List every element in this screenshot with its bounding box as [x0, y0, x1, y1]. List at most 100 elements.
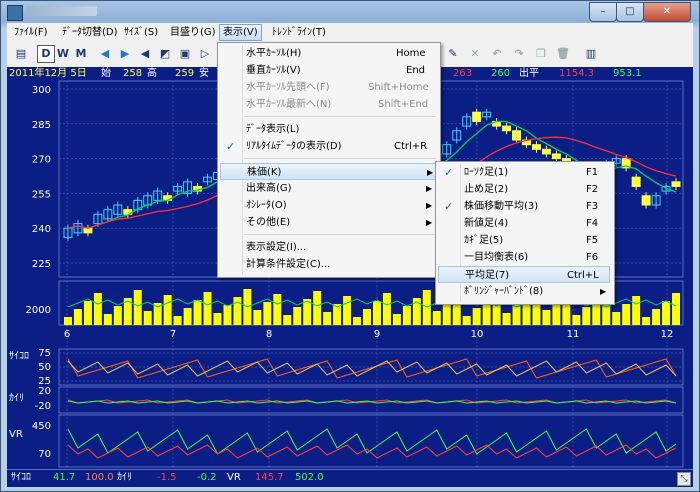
- resize-grip-icon[interactable]: ⤡: [677, 472, 691, 486]
- info-date: 2011年12月 5日: [9, 68, 87, 79]
- scroll-end-icon[interactable]: ▷: [197, 46, 213, 62]
- price-axis-label: 255: [32, 189, 51, 200]
- kairi-panel-frame: [58, 386, 684, 414]
- volume-axis-label: 2000: [26, 305, 51, 316]
- copy-icon[interactable]: ❐: [533, 46, 549, 62]
- view-menu-item-data-display[interactable]: ﾃﾞｰﾀ表示(L): [220, 121, 436, 138]
- view-menu-item-price[interactable]: 株価(K) ▶: [220, 163, 436, 180]
- volume-bar: [472, 308, 481, 325]
- volume-bar: [582, 307, 591, 325]
- bottom-kairi-2: -0.2: [197, 472, 217, 483]
- volume-bar: [392, 314, 401, 325]
- volume-bar: [462, 316, 471, 325]
- pen-icon[interactable]: ✎: [445, 46, 461, 62]
- minimize-button[interactable]: –: [589, 2, 617, 22]
- daily-button[interactable]: D: [37, 45, 55, 63]
- menu-data-switch[interactable]: ﾃﾞｰﾀ切替(D): [59, 25, 121, 40]
- info-low-label: 安: [199, 68, 209, 79]
- volume-bar: [542, 310, 551, 325]
- price-menu-item-bollinger[interactable]: ﾎﾞﾘﾝｼﾞｬｰﾊﾞﾝﾄﾞ(8) ▶: [438, 283, 610, 300]
- price-menu-item-new-price[interactable]: 新値足(4) F4: [438, 215, 610, 232]
- menu-file[interactable]: ﾌｧｲﾙ(F): [11, 25, 51, 40]
- submenu-arrow-icon: ▶: [426, 218, 433, 227]
- volume-bar: [183, 308, 192, 325]
- date-axis-label: 9: [374, 329, 380, 340]
- date-axis-label: 11: [567, 329, 580, 340]
- date-axis-label: 10: [471, 329, 484, 340]
- bottom-psy-label: ｻｲｺﾛ: [11, 472, 31, 483]
- volume-bar: [402, 306, 411, 325]
- bottom-kairi-label: ｶｲﾘ: [117, 472, 132, 483]
- tool-cross-icon[interactable]: ✕: [467, 46, 483, 62]
- price-submenu: ✓ ﾛｰｿｸ足(1) F1 止め足(2) F2 ✓ 株価移動平均(3) F3 新値足(4)…: [435, 161, 615, 305]
- price-axis-label: 270: [32, 155, 51, 166]
- arrow-left-icon[interactable]: ◀: [97, 46, 113, 62]
- weekly-button[interactable]: W: [55, 46, 71, 62]
- check-icon: ✓: [444, 166, 454, 179]
- undo-icon[interactable]: ↶: [489, 46, 505, 62]
- vr-panel-label: VR: [9, 429, 23, 440]
- volume-bar: [552, 302, 561, 325]
- price-menu-item-stop[interactable]: 止め足(2) F2: [438, 181, 610, 198]
- price-menu-item-kagi[interactable]: ｶｷﾞ足(5) F5: [438, 232, 610, 249]
- info-high-label: 高: [147, 68, 157, 79]
- volume-bar: [73, 309, 82, 325]
- view-menu-item-hcursor-first[interactable]: 水平ｶｰｿﾙ先頭へ(F) Shift+Home: [220, 79, 436, 96]
- price-menu-item-ichimoku[interactable]: 一目均衡表(6) F6: [438, 249, 610, 266]
- date-axis-label: 6: [64, 329, 70, 340]
- psy-axis-label: 75: [38, 348, 51, 359]
- volume-bar: [293, 307, 302, 325]
- volume-bar: [353, 317, 362, 325]
- menu-view[interactable]: 表示(V): [219, 24, 262, 41]
- volume-bar: [612, 312, 621, 325]
- view-menu-item-other[interactable]: その他(E) ▶: [220, 214, 436, 231]
- price-menu-item-moving-average[interactable]: ✓ 株価移動平均(3) F3: [438, 198, 610, 215]
- info-open-label: 始: [101, 68, 111, 79]
- price-axis-label: 225: [32, 259, 51, 270]
- price-menu-item-heikin[interactable]: 平均足(7) Ctrl+L: [438, 266, 610, 283]
- view-menu-dropdown: 水平ｶｰｿﾙ(H) Home 垂直ｶｰｿﾙ(V) End 水平ｶｰｿﾙ先頭へ(F) S…: [217, 42, 441, 278]
- title-bar: – □ ✕: [1, 1, 699, 23]
- view-menu-item-display-settings[interactable]: 表示設定(I)...: [220, 239, 436, 256]
- menu-trendline[interactable]: ﾄﾚﾝﾄﾞﾗｲﾝ(T): [269, 25, 329, 40]
- close-button[interactable]: ✕: [643, 2, 691, 22]
- bottom-psy-1: 41.7: [53, 472, 76, 483]
- candle-body: [671, 181, 681, 187]
- info-value-1: 263: [453, 68, 473, 79]
- view-menu-item-volume[interactable]: 出来高(G) ▶: [220, 180, 436, 197]
- kairi-axis-label: -20: [35, 401, 51, 412]
- trash-icon[interactable]: 🗑: [555, 46, 571, 62]
- maximize-button[interactable]: □: [616, 2, 644, 22]
- candle-body: [641, 195, 651, 206]
- bar-chart-icon[interactable]: ▥: [583, 46, 599, 62]
- volume-bar: [64, 317, 72, 325]
- volume-bar: [143, 311, 152, 325]
- redo-icon[interactable]: ↷: [511, 46, 527, 62]
- volume-bar: [273, 294, 282, 325]
- view-menu-item-vcursor[interactable]: 垂直ｶｰｿﾙ(V) End: [220, 62, 436, 79]
- date-axis-label: 8: [266, 329, 272, 340]
- view-menu-item-realtime[interactable]: ✓ ﾘｱﾙﾀｲﾑﾃﾞｰﾀの表示(D) Ctrl+R: [220, 138, 436, 155]
- submenu-arrow-icon: ▶: [426, 184, 433, 193]
- candle-body: [631, 176, 641, 187]
- shrink-icon[interactable]: ◀: [137, 46, 153, 62]
- menu-scale[interactable]: 目盛り(G): [167, 25, 219, 40]
- vr-axis-label: 70: [38, 449, 51, 460]
- view-menu-item-hcursor[interactable]: 水平ｶｰｿﾙ(H) Home: [220, 45, 436, 62]
- info-value-4: 953.1: [613, 68, 642, 79]
- price-menu-item-candlestick[interactable]: ✓ ﾛｰｿｸ足(1) F1: [438, 164, 610, 181]
- bottom-vr-label: VR: [227, 472, 241, 483]
- view-menu-item-hcursor-last[interactable]: 水平ｶｰｿﾙ最新へ(N) Shift+End: [220, 96, 436, 113]
- vr-line-2: [67, 444, 677, 459]
- monthly-button[interactable]: M: [73, 46, 89, 62]
- volume-bar: [223, 305, 232, 325]
- print-icon[interactable]: ▤: [13, 46, 29, 62]
- arrow-right-icon[interactable]: ▶: [117, 46, 133, 62]
- volume-bar: [622, 304, 631, 325]
- zoom-icon[interactable]: ▣: [177, 46, 193, 62]
- psy-axis-label: 50: [38, 362, 51, 373]
- menu-size[interactable]: ｻｲｽﾞ(S): [121, 25, 161, 40]
- view-menu-item-oscillator[interactable]: ｵｼﾚｰﾀ(O) ▶: [220, 197, 436, 214]
- view-menu-item-calc-settings[interactable]: 計算条件設定(C)...: [220, 256, 436, 273]
- expand-icon[interactable]: ◩: [157, 46, 173, 62]
